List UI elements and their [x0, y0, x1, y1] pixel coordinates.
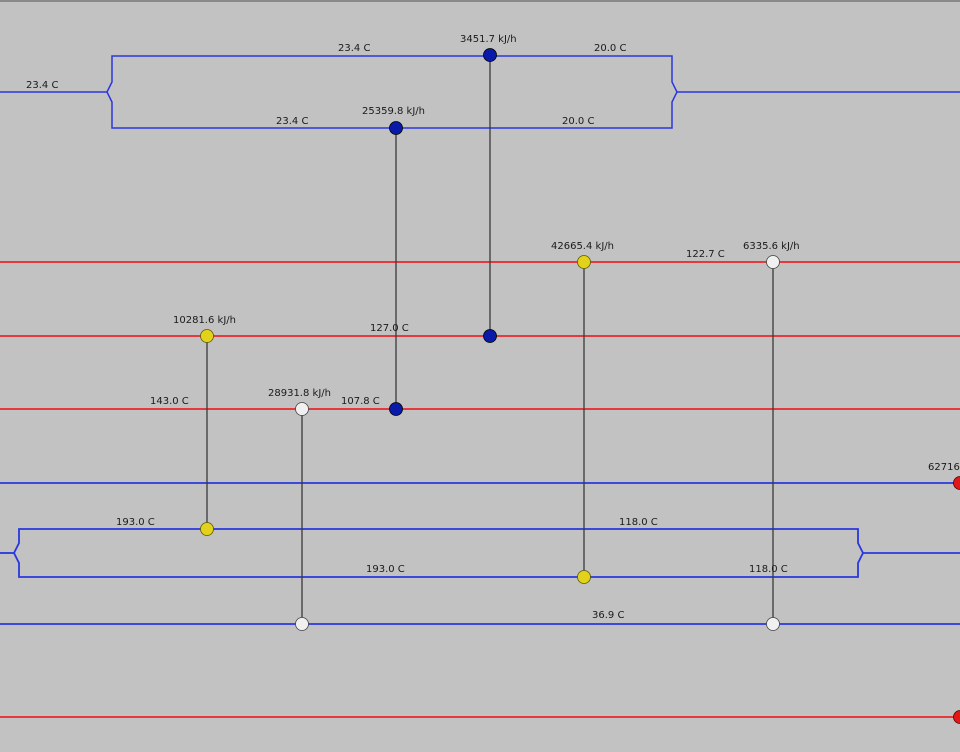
- temperature-label: 23.4 C: [26, 80, 58, 91]
- cooler-node[interactable]: [767, 618, 780, 631]
- temperature-label: 36.9 C: [592, 610, 624, 621]
- cold-stream-3[interactable]: [0, 529, 960, 577]
- temperature-label: 127.0 C: [370, 323, 409, 334]
- duty-label: 42665.4 kJ/h: [551, 241, 614, 252]
- duty-label: 28931.8 kJ/h: [268, 388, 331, 399]
- exchanger-node[interactable]: [390, 403, 403, 416]
- utility-node[interactable]: [954, 711, 960, 724]
- temperature-label: 118.0 C: [619, 517, 658, 528]
- duty-label: 3451.7 kJ/h: [460, 34, 517, 45]
- duty-label: 10281.6 kJ/h: [173, 315, 236, 326]
- heater-node[interactable]: [201, 523, 214, 536]
- temperature-label: 193.0 C: [366, 564, 405, 575]
- exchanger-node[interactable]: [484, 49, 497, 62]
- utility-node[interactable]: [954, 477, 960, 490]
- duty-label: 25359.8 kJ/h: [362, 106, 425, 117]
- temperature-label: 20.0 C: [562, 116, 594, 127]
- temperature-label: 143.0 C: [150, 396, 189, 407]
- exchanger-node[interactable]: [484, 330, 497, 343]
- heater-node[interactable]: [201, 330, 214, 343]
- grid-diagram: 23.4 C 23.4 C 3451.7 kJ/h 20.0 C 23.4 C …: [0, 0, 960, 750]
- temperature-label: 122.7 C: [686, 249, 725, 260]
- heat-exchanger-network: 23.4 C 23.4 C 3451.7 kJ/h 20.0 C 23.4 C …: [0, 2, 960, 752]
- heater-node[interactable]: [578, 571, 591, 584]
- cooler-node[interactable]: [296, 618, 309, 631]
- cooler-node[interactable]: [767, 256, 780, 269]
- temperature-label: 23.4 C: [338, 43, 370, 54]
- exchanger-node[interactable]: [390, 122, 403, 135]
- cold-stream-1[interactable]: [0, 56, 960, 128]
- heater-node[interactable]: [578, 256, 591, 269]
- temperature-label: 118.0 C: [749, 564, 788, 575]
- cooler-node[interactable]: [296, 403, 309, 416]
- temperature-label: 193.0 C: [116, 517, 155, 528]
- temperature-label: 20.0 C: [594, 43, 626, 54]
- duty-label: 62716: [928, 462, 960, 473]
- duty-label: 6335.6 kJ/h: [743, 241, 800, 252]
- temperature-label: 107.8 C: [341, 396, 380, 407]
- temperature-label: 23.4 C: [276, 116, 308, 127]
